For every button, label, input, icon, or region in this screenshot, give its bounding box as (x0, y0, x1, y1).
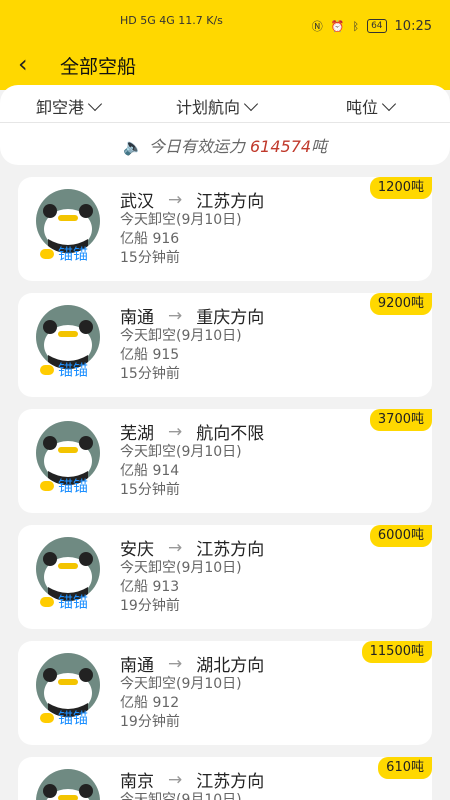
page-title: 全部空船 (60, 56, 137, 78)
user-tag: 锚锚 (40, 707, 88, 728)
filter-row: 卸空港 计划航向 吨位 (0, 85, 450, 123)
network-status-text: HD 5G 4G 11.7 K/s (120, 14, 223, 27)
chevron-down-icon (243, 96, 259, 111)
speaker-icon: 🔈 (122, 137, 143, 156)
user-name: 锚锚 (58, 361, 89, 379)
empty-date: 今天卸空(9月10日) (120, 676, 242, 692)
ship-card[interactable]: 锚锚 安庆 → 江苏方向 今天卸空(9月10日) 亿船 913 19分钟前 60… (18, 525, 432, 629)
posted-time: 15分钟前 (120, 250, 180, 266)
user-name: 锚锚 (58, 593, 89, 611)
tonnage-badge: 6000吨 (369, 525, 432, 547)
clock: 10:25 (394, 18, 432, 34)
chat-bubble-icon (40, 480, 54, 491)
panda-avatar (43, 784, 93, 800)
ship-name: 亿船 915 (120, 347, 180, 363)
battery-icon: 64 (367, 19, 387, 33)
ship-card[interactable]: 南京 → 江苏方向 今天卸空(9月10日) 610吨 (18, 757, 432, 800)
user-tag: 锚锚 (40, 359, 88, 380)
arrow-right-icon: → (168, 189, 183, 210)
user-tag: 锚锚 (40, 591, 88, 612)
header: ‹ 全部空船 (0, 40, 450, 90)
empty-date: 今天卸空(9月10日) (120, 560, 242, 576)
arrow-right-icon: → (168, 769, 183, 790)
ship-name: 亿船 912 (120, 695, 180, 711)
ship-name: 亿船 913 (120, 579, 180, 595)
posted-time: 15分钟前 (120, 482, 180, 498)
user-name: 锚锚 (58, 709, 89, 727)
bluetooth-icon: ᛒ (352, 19, 360, 33)
empty-date: 今天卸空(9月10日) (120, 328, 242, 344)
avatar (36, 769, 100, 800)
filter-unload-port[interactable]: 卸空港 (36, 94, 103, 118)
nfc-icon: Ⓝ (311, 20, 323, 33)
chat-bubble-icon (40, 596, 54, 607)
arrow-right-icon: → (168, 421, 183, 442)
capacity-banner: 🔈 今日有效运力 614574吨 (0, 133, 450, 157)
ship-card[interactable]: 锚锚 芜湖 → 航向不限 今天卸空(9月10日) 亿船 914 15分钟前 37… (18, 409, 432, 513)
chevron-down-icon (87, 96, 103, 111)
user-tag: 锚锚 (40, 243, 88, 264)
filter-label: 吨位 (346, 98, 379, 117)
filter-panel: 卸空港 计划航向 吨位 🔈 今日有效运力 614574吨 (0, 85, 450, 165)
status-right: Ⓝ ⏰ ᛒ 64 10:25 (312, 18, 432, 34)
ship-card[interactable]: 锚锚 南通 → 湖北方向 今天卸空(9月10日) 亿船 912 19分钟前 11… (18, 641, 432, 745)
empty-date: 今天卸空(9月10日) (120, 792, 242, 800)
ship-name: 亿船 914 (120, 463, 180, 479)
status-bar: HD 5G 4G 11.7 K/s Ⓝ ⏰ ᛒ 64 10:25 (0, 0, 450, 40)
filter-label: 计划航向 (176, 98, 241, 117)
tonnage-badge: 9200吨 (369, 293, 432, 315)
arrow-right-icon: → (168, 537, 183, 558)
arrow-right-icon: → (168, 653, 183, 674)
back-icon[interactable]: ‹ (18, 52, 42, 76)
tonnage-badge: 610吨 (378, 757, 432, 779)
ship-card[interactable]: 锚锚 武汉 → 江苏方向 今天卸空(9月10日) 亿船 916 15分钟前 12… (18, 177, 432, 281)
arrow-right-icon: → (168, 305, 183, 326)
filter-planned-route[interactable]: 计划航向 (176, 94, 259, 118)
posted-time: 19分钟前 (120, 714, 180, 730)
tonnage-badge: 11500吨 (361, 641, 432, 663)
capacity-value: 614574 (249, 137, 312, 156)
empty-date: 今天卸空(9月10日) (120, 444, 242, 460)
tonnage-badge: 1200吨 (369, 177, 432, 199)
user-name: 锚锚 (58, 245, 89, 263)
capacity-suffix: 吨 (311, 137, 328, 156)
capacity-prefix: 今日有效运力 (148, 137, 245, 156)
user-tag: 锚锚 (40, 475, 88, 496)
user-name: 锚锚 (58, 477, 89, 495)
filter-label: 卸空港 (36, 98, 85, 117)
empty-date: 今天卸空(9月10日) (120, 212, 242, 228)
filter-tonnage[interactable]: 吨位 (346, 94, 397, 118)
chat-bubble-icon (40, 364, 54, 375)
chat-bubble-icon (40, 712, 54, 723)
alarm-icon: ⏰ (330, 19, 345, 33)
posted-time: 15分钟前 (120, 366, 180, 382)
posted-time: 19分钟前 (120, 598, 180, 614)
chat-bubble-icon (40, 248, 54, 259)
ship-name: 亿船 916 (120, 231, 180, 247)
chevron-down-icon (381, 96, 397, 111)
tonnage-badge: 3700吨 (369, 409, 432, 431)
ship-card[interactable]: 锚锚 南通 → 重庆方向 今天卸空(9月10日) 亿船 915 15分钟前 92… (18, 293, 432, 397)
network-status: HD 5G 4G 11.7 K/s (120, 14, 223, 27)
